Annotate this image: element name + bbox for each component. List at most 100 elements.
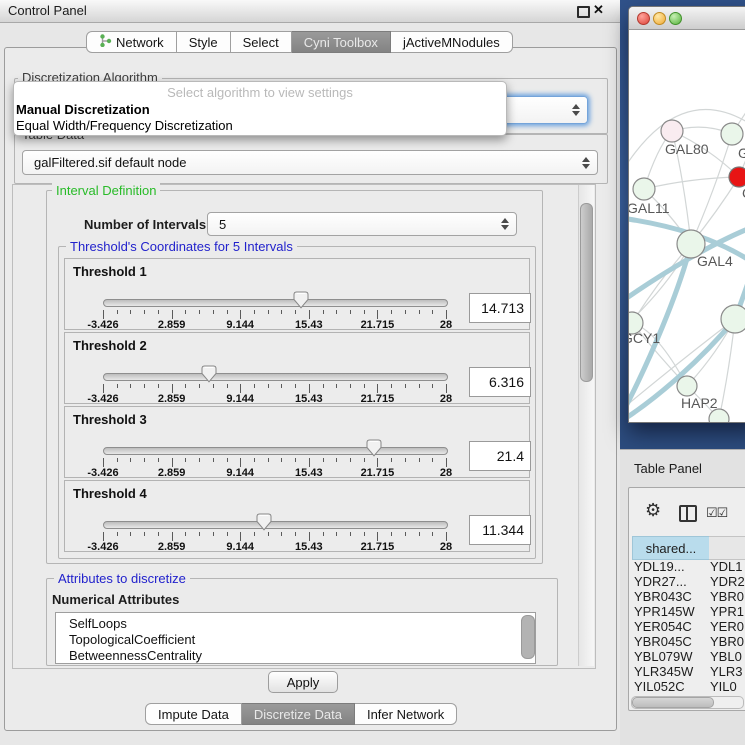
float-window-icon[interactable] <box>577 6 590 18</box>
threshold-panel-2: Threshold 2-3.4262.8599.14415.4321.71528… <box>64 332 530 404</box>
slider-tick <box>281 458 282 462</box>
algorithm-dropdown-popup: Select algorithm to view settings Manual… <box>13 81 507 136</box>
threshold-slider-track[interactable] <box>103 447 448 455</box>
minimize-window-icon[interactable] <box>653 12 666 25</box>
slider-tick <box>268 384 269 388</box>
slider-tick <box>213 458 214 462</box>
threshold-slider-handle[interactable] <box>256 513 272 531</box>
apply-button[interactable]: Apply <box>268 671 338 693</box>
table-data-combobox[interactable]: galFiltered.sif default node <box>22 150 598 175</box>
slider-tick <box>240 384 241 393</box>
tab-select[interactable]: Select <box>231 31 292 53</box>
slider-tick <box>350 310 351 314</box>
slider-tick-label: 2.859 <box>158 393 186 405</box>
table-row[interactable]: YBL079WYBL0 <box>629 649 745 664</box>
list-scrollbar-thumb[interactable] <box>521 615 535 659</box>
table-row[interactable]: YBR045CYBR0 <box>629 634 745 649</box>
screen: Control Panel ✕ Network Style Select Cyn… <box>0 0 745 745</box>
column-header-name[interactable]: na <box>709 536 745 560</box>
tab-infer-network[interactable]: Infer Network <box>355 703 457 725</box>
threshold-slider-track[interactable] <box>103 521 448 529</box>
number-of-intervals-label: Number of Intervals <box>84 217 206 232</box>
table-row[interactable]: YDR27...YDR2 <box>629 574 745 589</box>
threshold-value-field[interactable]: 21.4 <box>469 441 531 471</box>
attribute-list-item[interactable]: BetweennessCentrality <box>56 648 535 664</box>
attribute-list-item[interactable]: SelfLoops <box>56 616 535 632</box>
threshold-slider-handle[interactable] <box>201 365 217 383</box>
table-row[interactable]: YIL052CYIL0 <box>629 679 745 694</box>
slider-tick-label: 21.715 <box>361 541 395 553</box>
threshold-slider-handle[interactable] <box>293 291 309 309</box>
threshold-slider-track[interactable] <box>103 299 448 307</box>
network-node-gal80[interactable] <box>661 120 683 142</box>
slider-tick-label: 9.144 <box>226 541 254 553</box>
number-of-intervals-combobox[interactable]: 5 <box>207 212 517 236</box>
table-row[interactable]: YER054CYER0 <box>629 619 745 634</box>
zoom-window-icon[interactable] <box>669 12 682 25</box>
slider-tick <box>405 310 406 314</box>
slider-tick <box>158 310 159 314</box>
network-edge[interactable] <box>644 177 739 189</box>
table-row[interactable]: YDL19...YDL1 <box>629 559 745 574</box>
cell-shared-name: YPR145W <box>629 604 705 619</box>
cell-name: YBR0 <box>705 589 744 604</box>
cell-shared-name: YBL079W <box>629 649 705 664</box>
dropdown-item-equal-width-frequency[interactable]: Equal Width/Frequency Discretization <box>16 118 233 133</box>
slider-tick <box>199 532 200 536</box>
tab-network[interactable]: Network <box>86 31 177 53</box>
slider-tick-label: 9.144 <box>226 467 254 479</box>
number-of-intervals-value: 5 <box>219 213 226 235</box>
tab-style[interactable]: Style <box>177 31 231 53</box>
network-node-h[interactable] <box>721 305 745 333</box>
gear-icon[interactable]: ⚙ <box>645 500 661 521</box>
slider-tick <box>432 532 433 536</box>
threshold-panel-4: Threshold 4-3.4262.8599.14415.4321.71528… <box>64 480 530 552</box>
select-columns-icon[interactable]: ☑☑ <box>706 505 727 521</box>
threshold-slider-track[interactable] <box>103 373 448 381</box>
threshold-slider-handle[interactable] <box>366 439 382 457</box>
close-panel-icon[interactable]: ✕ <box>593 2 604 18</box>
slider-tick <box>295 458 296 462</box>
threshold-value-field[interactable]: 14.713 <box>469 293 531 323</box>
slider-tick <box>172 310 173 319</box>
vertical-scrollbar-thumb[interactable] <box>580 203 593 382</box>
column-layout-icon[interactable] <box>679 505 697 522</box>
slider-tick <box>309 532 310 541</box>
dropdown-item-manual-discretization[interactable]: Manual Discretization <box>16 102 150 117</box>
network-node-gal11[interactable] <box>633 178 655 200</box>
slider-tick-label: 2.859 <box>158 467 186 479</box>
attributes-group-label: Attributes to discretize <box>54 571 190 586</box>
slider-tick <box>432 458 433 462</box>
threshold-value-field[interactable]: 11.344 <box>469 515 531 545</box>
network-node-hap2[interactable] <box>677 376 697 396</box>
slider-tick <box>103 458 104 467</box>
table-row[interactable]: YBR043CYBR0 <box>629 589 745 604</box>
combo-arrows-icon <box>582 157 590 169</box>
slider-tick <box>130 310 131 314</box>
network-view-window[interactable]: GAL80GACGAL11GAL4GCY1HHAP2 <box>628 6 745 423</box>
network-canvas[interactable]: GAL80GACGAL11GAL4GCY1HHAP2 <box>629 30 745 422</box>
tab-cyni-toolbox[interactable]: Cyni Toolbox <box>292 31 391 53</box>
slider-tick <box>254 310 255 314</box>
table-row[interactable]: YPR145WYPR1 <box>629 604 745 619</box>
horizontal-scrollbar-thumb[interactable] <box>632 697 714 708</box>
tab-discretize-data[interactable]: Discretize Data <box>242 703 355 725</box>
tab-impute-data[interactable]: Impute Data <box>145 703 242 725</box>
slider-tick <box>309 458 310 467</box>
attribute-list-item[interactable]: TopologicalCoefficient <box>56 632 535 648</box>
slider-tick <box>377 532 378 541</box>
numerical-attributes-list[interactable]: SelfLoopsTopologicalCoefficientBetweenne… <box>55 612 536 664</box>
threshold-value-field[interactable]: 6.316 <box>469 367 531 397</box>
close-window-icon[interactable] <box>637 12 650 25</box>
table-rows: YDL19...YDL1YDR27...YDR2YBR043CYBR0YPR14… <box>629 559 745 696</box>
slider-tick <box>172 458 173 467</box>
table-row[interactable]: YLR345WYLR3 <box>629 664 745 679</box>
table-data-combobox-value: galFiltered.sif default node <box>34 151 186 174</box>
tab-jactivemnodules[interactable]: jActiveMNodules <box>391 31 513 53</box>
dropdown-placeholder-item: Select algorithm to view settings <box>14 85 506 100</box>
network-node-c[interactable] <box>729 167 745 187</box>
network-node-ga[interactable] <box>721 123 743 145</box>
slider-tick <box>130 384 131 388</box>
cell-shared-name: YDR27... <box>629 574 705 589</box>
column-header-shared[interactable]: shared... <box>632 536 710 560</box>
